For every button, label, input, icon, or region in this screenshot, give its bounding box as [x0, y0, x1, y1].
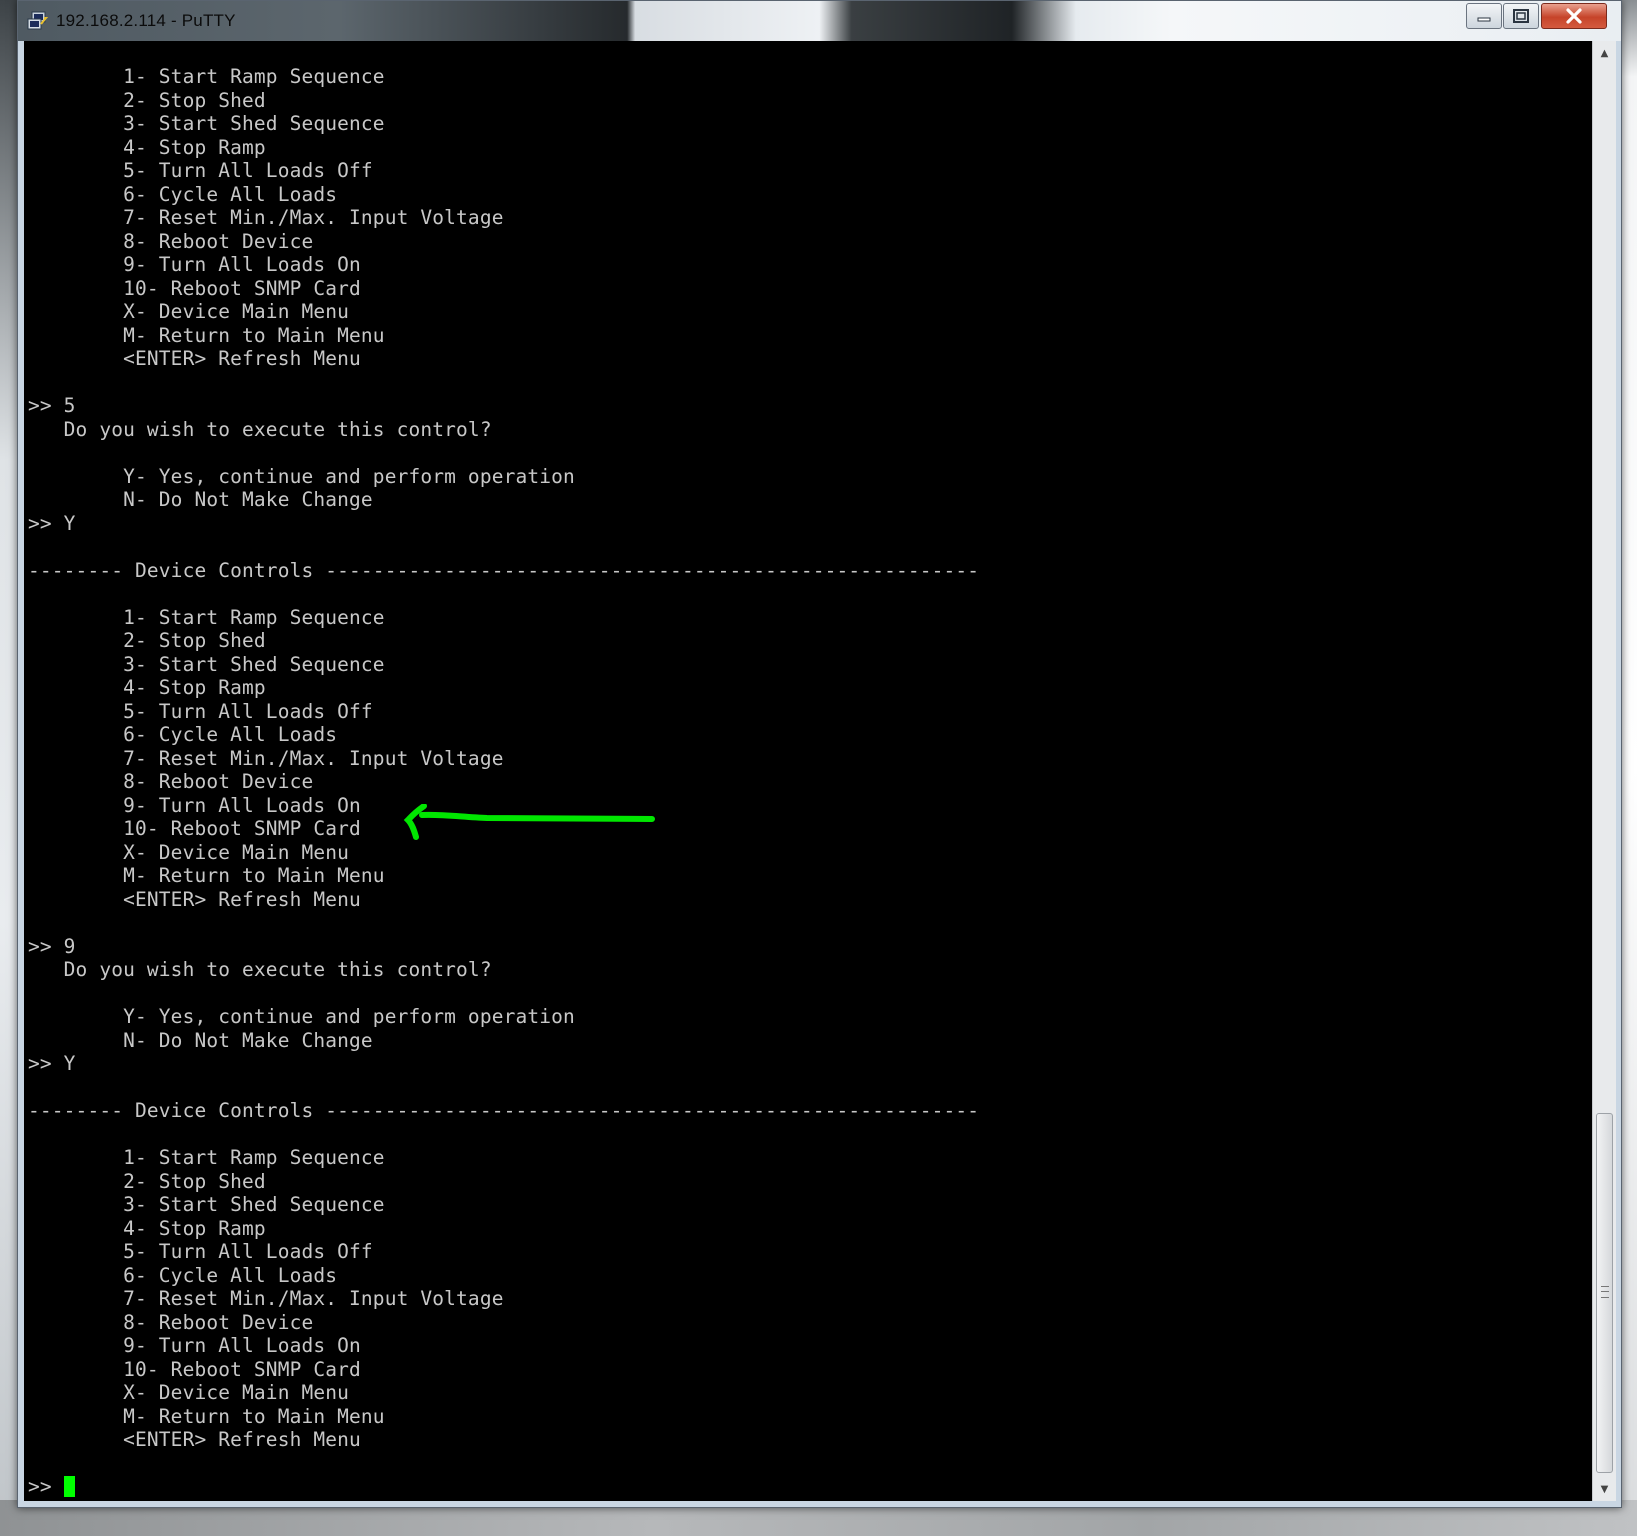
minimize-icon	[1477, 17, 1491, 22]
terminal-line: 5- Turn All Loads Off	[28, 699, 373, 723]
terminal-line: 3- Start Shed Sequence	[28, 652, 385, 676]
terminal-line: 4- Stop Ramp	[28, 1216, 266, 1240]
terminal-line: 7- Reset Min./Max. Input Voltage	[28, 206, 504, 229]
terminal-line: 5- Turn All Loads Off	[28, 1240, 373, 1263]
terminal-line: 8- Reboot Device	[28, 1310, 314, 1334]
terminal-line: X- Device Main Menu	[28, 840, 350, 864]
terminal-line: 4- Stop Ramp	[28, 676, 266, 699]
scroll-down-icon[interactable]: ▼	[1595, 1479, 1614, 1499]
minimize-button[interactable]	[1466, 3, 1502, 29]
terminal-line: 6- Cycle All Loads	[28, 723, 338, 746]
close-icon	[1566, 8, 1582, 24]
terminal-line: X- Device Main Menu	[28, 1381, 350, 1404]
terminal-line: Do you wish to execute this control?	[28, 417, 492, 441]
terminal-line: >> 5	[28, 394, 76, 417]
putty-window: 192.168.2.114 - PuTTY 1- Start Ramp Sequ…	[17, 0, 1622, 1508]
terminal-line: 3- Start Shed Sequence	[28, 1193, 385, 1216]
terminal-line: 2- Stop Shed	[28, 1169, 266, 1193]
prompt: >>	[28, 1475, 64, 1498]
grip-icon	[1601, 1286, 1609, 1298]
terminal-line: -------- Device Controls ---------------…	[28, 558, 980, 582]
terminal-line: 1- Start Ramp Sequence	[28, 65, 385, 88]
terminal-line: Do you wish to execute this control?	[28, 958, 492, 981]
terminal-line: M- Return to Main Menu	[28, 1404, 385, 1428]
terminal-prompt-line[interactable]: >>	[28, 1475, 979, 1499]
terminal-line: 1- Start Ramp Sequence	[28, 1146, 385, 1169]
terminal-line: 7- Reset Min./Max. Input Voltage	[28, 1287, 504, 1310]
terminal-line: M- Return to Main Menu	[28, 323, 385, 347]
text-cursor	[63, 1476, 75, 1497]
terminal-line: 4- Stop Ramp	[28, 135, 266, 159]
terminal-line: M- Return to Main Menu	[28, 864, 385, 887]
scroll-up-icon[interactable]: ▲	[1595, 43, 1614, 63]
terminal-line: Y- Yes, continue and perform operation	[28, 464, 575, 488]
terminal-line: 1- Start Ramp Sequence	[28, 605, 385, 629]
window-title: 192.168.2.114 - PuTTY	[56, 11, 236, 30]
terminal-line: 3- Start Shed Sequence	[28, 112, 385, 135]
terminal-line: <ENTER> Refresh Menu	[28, 1428, 361, 1451]
scrollbar-thumb[interactable]	[1596, 1113, 1613, 1473]
terminal-line: 7- Reset Min./Max. Input Voltage	[28, 746, 504, 770]
terminal-line: 9- Turn All Loads On	[28, 253, 361, 276]
terminal-line: 2- Stop Shed	[28, 629, 266, 652]
terminal-line: >> Y	[28, 511, 76, 535]
terminal-line: N- Do Not Make Change	[28, 488, 373, 511]
terminal-line: -------- Device Controls ---------------…	[28, 1099, 980, 1122]
title-bar[interactable]: 192.168.2.114 - PuTTY	[18, 1, 1621, 41]
terminal-line: 10- Reboot SNMP Card	[28, 1357, 361, 1381]
terminal-line: Y- Yes, continue and perform operation	[28, 1005, 575, 1028]
terminal-output: 1- Start Ramp Sequence 2- Stop Shed 3- S…	[28, 65, 979, 1499]
terminal-line: 8- Reboot Device	[28, 770, 314, 793]
arrow-left-icon	[403, 804, 655, 840]
terminal-line: 5- Turn All Loads Off	[28, 159, 373, 182]
close-button[interactable]	[1541, 3, 1607, 29]
terminal-line: 9- Turn All Loads On	[28, 1334, 361, 1357]
terminal-line: 6- Cycle All Loads	[28, 1263, 338, 1287]
restore-icon	[1513, 9, 1529, 23]
terminal-line: 8- Reboot Device	[28, 229, 314, 253]
terminal-line: >> Y	[28, 1052, 76, 1075]
terminal-line: <ENTER> Refresh Menu	[28, 887, 361, 911]
maximize-button[interactable]	[1503, 3, 1539, 29]
terminal-line: X- Device Main Menu	[28, 300, 350, 323]
terminal-screen[interactable]: 1- Start Ramp Sequence 2- Stop Shed 3- S…	[24, 41, 1592, 1501]
desktop-background-left	[0, 0, 18, 1536]
terminal-line: <ENTER> Refresh Menu	[28, 347, 361, 370]
terminal-line: 6- Cycle All Loads	[28, 182, 338, 206]
terminal-line: >> 9	[28, 934, 76, 958]
vertical-scrollbar[interactable]: ▲ ▼	[1592, 41, 1616, 1501]
terminal-line: 10- Reboot SNMP Card	[28, 276, 361, 300]
terminal-line: 2- Stop Shed	[28, 88, 266, 112]
terminal-line: N- Do Not Make Change	[28, 1028, 373, 1052]
putty-icon	[27, 11, 48, 30]
